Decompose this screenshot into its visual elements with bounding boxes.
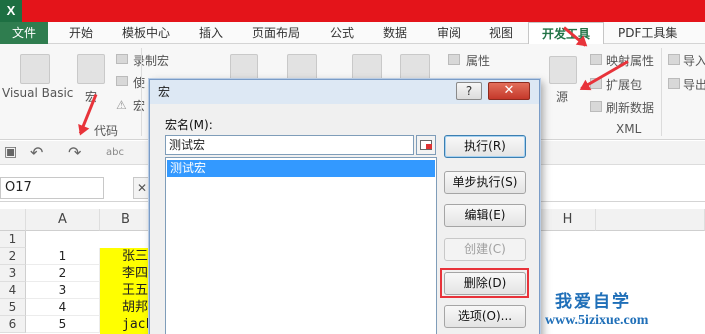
- relative-ref-icon: [116, 76, 128, 86]
- save-icon[interactable]: ▣: [4, 144, 17, 160]
- run-button[interactable]: 执行(R): [444, 135, 526, 158]
- cell-a2[interactable]: 1: [26, 248, 100, 265]
- watermark-title: 我爱自学: [555, 292, 631, 312]
- cell-b6[interactable]: jackwu: [100, 316, 152, 334]
- row-header[interactable]: 6: [0, 316, 26, 333]
- properties-button[interactable]: 属性: [466, 52, 490, 69]
- cell-b2[interactable]: 张三: [100, 248, 152, 265]
- relative-ref-button[interactable]: 使: [133, 74, 145, 91]
- expansion-pack-button[interactable]: 扩展包: [606, 76, 642, 93]
- tab-templates[interactable]: 模板中心: [122, 22, 170, 44]
- excel-logo-icon: X: [0, 0, 22, 22]
- column-header-h[interactable]: H: [540, 209, 596, 231]
- macro-icon: [77, 54, 105, 84]
- row-header[interactable]: 3: [0, 265, 26, 282]
- row-header[interactable]: 4: [0, 282, 26, 299]
- tab-view[interactable]: 视图: [489, 22, 513, 44]
- record-macro-button[interactable]: 录制宏: [133, 52, 169, 69]
- tab-formulas[interactable]: 公式: [330, 22, 354, 44]
- create-button[interactable]: 创建(C): [444, 238, 526, 261]
- column-header-a[interactable]: A: [26, 209, 100, 231]
- tab-insert[interactable]: 插入: [199, 22, 223, 44]
- tab-file[interactable]: 文件: [0, 22, 48, 44]
- cell-a5[interactable]: 4: [26, 299, 100, 316]
- macro-dialog: 宏 ? ✕ 宏名(M): 测试宏 测试宏 执行(R) 单步执行(S) 编辑(E)…: [149, 79, 540, 334]
- record-macro-icon: [116, 54, 128, 64]
- group-label-code: 代码: [94, 124, 119, 138]
- import-icon: [668, 54, 680, 65]
- source-button[interactable]: 源: [556, 88, 568, 105]
- column-header-b[interactable]: B: [100, 209, 152, 231]
- cell-b3[interactable]: 李四: [100, 265, 152, 282]
- map-properties-icon: [590, 54, 602, 65]
- undo-icon[interactable]: ↶: [30, 143, 43, 162]
- visual-basic-button[interactable]: Visual Basic: [2, 86, 73, 100]
- tab-page-layout[interactable]: 页面布局: [252, 22, 300, 44]
- step-into-button[interactable]: 单步执行(S): [444, 171, 526, 194]
- watermark-url: www.5izixue.com: [545, 313, 649, 328]
- tab-data[interactable]: 数据: [383, 22, 407, 44]
- visual-basic-icon: [20, 54, 50, 84]
- list-item[interactable]: 测试宏: [167, 160, 435, 177]
- map-properties-button[interactable]: 映射属性: [606, 52, 654, 69]
- close-button[interactable]: ✕: [488, 82, 530, 100]
- tab-review[interactable]: 审阅: [437, 22, 461, 44]
- column-header[interactable]: [596, 209, 705, 231]
- ribbon-divider: [141, 48, 142, 136]
- redo-icon[interactable]: ↷: [68, 143, 81, 162]
- source-icon: [549, 56, 577, 84]
- tab-pdf-tools[interactable]: PDF工具集: [618, 22, 677, 44]
- cell-b4[interactable]: 王五: [100, 282, 152, 299]
- warning-icon: ⚠: [116, 98, 127, 112]
- row-header[interactable]: 5: [0, 299, 26, 316]
- ribbon-divider: [661, 48, 662, 136]
- row-header[interactable]: 1: [0, 231, 26, 248]
- select-all-corner[interactable]: [0, 209, 26, 231]
- edit-button[interactable]: 编辑(E): [444, 204, 526, 227]
- spellcheck-icon[interactable]: abc: [106, 147, 124, 158]
- tab-developer[interactable]: 开发工具: [528, 22, 604, 44]
- group-label-xml: XML: [616, 122, 642, 136]
- options-button[interactable]: 选项(O)...: [444, 305, 526, 328]
- macro-name-label: 宏名(M):: [165, 118, 213, 132]
- macro-list[interactable]: 测试宏: [165, 157, 437, 334]
- properties-icon: [448, 54, 460, 65]
- row-header[interactable]: 2: [0, 248, 26, 265]
- cell-b5[interactable]: 胡邦君: [100, 299, 152, 316]
- export-icon: [668, 78, 680, 89]
- import-button[interactable]: 导入: [683, 52, 705, 69]
- macro-name-input[interactable]: 测试宏: [165, 135, 414, 155]
- export-button[interactable]: 导出: [683, 76, 705, 93]
- range-picker-icon[interactable]: [416, 135, 436, 155]
- name-box[interactable]: O17: [0, 177, 104, 199]
- cell-a3[interactable]: 2: [26, 265, 100, 282]
- highlight-box: [440, 268, 529, 298]
- refresh-data-button[interactable]: 刷新数据: [606, 99, 654, 116]
- title-bar: [0, 0, 705, 22]
- help-button[interactable]: ?: [456, 82, 482, 100]
- cell-a6[interactable]: 5: [26, 316, 100, 333]
- refresh-data-icon: [590, 101, 602, 112]
- tab-home[interactable]: 开始: [69, 22, 93, 44]
- macro-security-button[interactable]: 宏: [133, 97, 145, 114]
- cell-a4[interactable]: 3: [26, 282, 100, 299]
